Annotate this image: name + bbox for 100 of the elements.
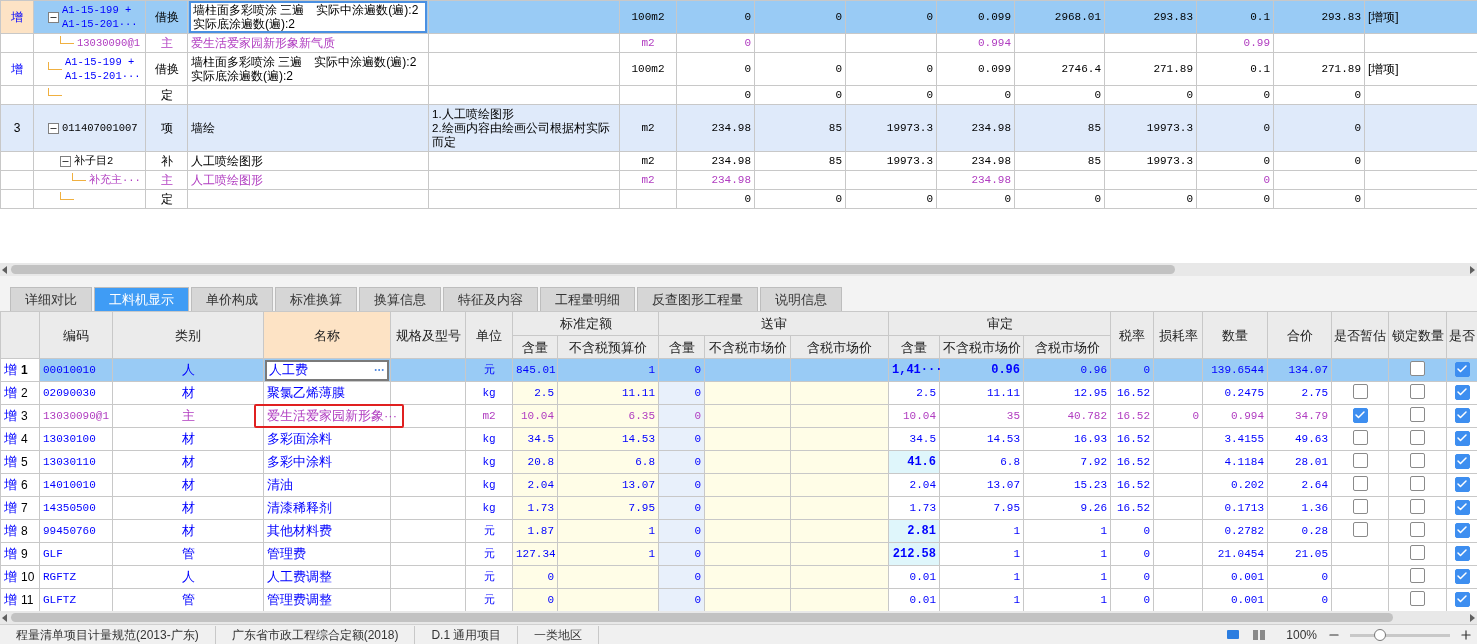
single-view-icon[interactable] xyxy=(1226,628,1241,641)
checkbox[interactable] xyxy=(1454,522,1470,538)
right-arrow-icon[interactable] xyxy=(1469,265,1475,274)
tab[interactable]: 详细对比 xyxy=(10,287,92,311)
checkbox[interactable] xyxy=(1454,499,1470,515)
table-row[interactable]: 增 A1-15-199 + A1-15-201··· 借换 墙柱面多彩喷涂 三遍 实际中涂遍数(遍):2 实际底涂遍数(遍):2 100m2 0 0 0 0.099 2968.01 293.83 0.1 293.83 [增项] xyxy=(0,0,1477,34)
table-row[interactable]: 增 2 02090030 材 聚氯乙烯薄膜 kg 2.5 11.11 0 2.5 11.11 12.95 16.52 0.2475 2.75 xyxy=(0,381,1477,405)
column-header[interactable]: 数量 xyxy=(1222,327,1248,343)
checkbox[interactable] xyxy=(1410,384,1425,399)
table-row[interactable]: 增 11 GLFTZ 管 管理费调整 元 0 0 0.01 1 1 0 0.001 0 xyxy=(0,588,1477,611)
table-cell: 0 xyxy=(1354,89,1361,101)
checkbox[interactable] xyxy=(1352,476,1368,491)
table-row[interactable]: 增 4 13030100 材 多彩面涂料 kg 34.5 14.53 0 34.5 14.53 16.93 16.52 3.4155 49.63 xyxy=(0,427,1477,451)
row-flag-label: 增 xyxy=(4,591,17,610)
checkbox[interactable] xyxy=(1410,430,1425,445)
row-number: 10 xyxy=(21,569,35,586)
checkbox[interactable] xyxy=(1454,453,1470,469)
table-cell: 13030110 xyxy=(43,456,96,468)
tab[interactable]: 单价构成 xyxy=(191,287,273,311)
name-field[interactable]: 墙柱面多彩喷涂 三遍 实际中涂遍数(遍):2 实际底涂遍数(遍):2 xyxy=(189,1,427,33)
checkbox[interactable] xyxy=(1410,522,1425,537)
column-header[interactable]: 名称 xyxy=(314,327,340,343)
table-cell: 6.8 xyxy=(635,456,655,468)
checkbox[interactable] xyxy=(1352,499,1368,514)
slider-thumb[interactable] xyxy=(1374,628,1386,641)
checkbox[interactable] xyxy=(1410,453,1425,468)
collapse-icon[interactable] xyxy=(48,11,59,23)
checkbox[interactable] xyxy=(1410,476,1425,491)
checkbox[interactable] xyxy=(1454,476,1470,492)
checkbox[interactable] xyxy=(1454,591,1470,607)
row-number: 1 xyxy=(21,362,28,379)
checkbox[interactable] xyxy=(1352,522,1368,537)
checkbox[interactable] xyxy=(1454,568,1470,584)
tab[interactable]: 工程量明细 xyxy=(540,287,635,311)
checkbox[interactable] xyxy=(1410,407,1425,422)
checkbox[interactable] xyxy=(1352,453,1368,468)
scrollbar-thumb[interactable] xyxy=(11,265,1175,274)
table-row[interactable]: 增 8 99450760 材 其他材料费 元 1.87 1 0 2.81 1 1 0 0.2782 0.28 xyxy=(0,519,1477,543)
collapse-icon[interactable] xyxy=(48,122,59,134)
checkbox[interactable] xyxy=(1410,499,1425,514)
table-row[interactable]: 3 011407001007 项 墙绘 1.人工喷绘图形 2.绘画内容由绘画公司根据村实际而定 m2 234.98 85 19973.3 234.98 85 19973.3 0 0 xyxy=(0,104,1477,152)
horizontal-scrollbar[interactable] xyxy=(0,611,1477,624)
checkbox[interactable] xyxy=(1454,407,1470,423)
table-cell: 99450760 xyxy=(43,525,96,537)
checkbox[interactable] xyxy=(1352,430,1368,445)
note-text: [增项] xyxy=(1368,62,1399,76)
row-flag-label: 增 xyxy=(4,384,17,403)
checkbox[interactable] xyxy=(1410,568,1425,583)
checkbox[interactable] xyxy=(1410,591,1425,606)
table-cell: kg xyxy=(482,502,496,514)
table-cell: 139.6544 xyxy=(1211,364,1264,376)
table-cell: 2.04 xyxy=(527,479,554,491)
name-field[interactable]: 人工费 xyxy=(265,359,389,381)
column-header[interactable]: 编码 xyxy=(63,327,89,343)
row-flag-label: 增 xyxy=(4,430,17,449)
zoom-in-icon[interactable] xyxy=(1459,627,1473,642)
row-flag-label: 增 xyxy=(4,453,17,472)
checkbox[interactable] xyxy=(1352,407,1368,423)
table-row[interactable]: 增 3 13030090@1 主 爱生活爱家园新形象··· m2 10.04 6.35 0 10.04 35 40.782 16.52 0 0.994 34.79 xyxy=(0,404,1477,428)
table-cell: 0.994 xyxy=(1231,410,1264,422)
table-cell: 0 xyxy=(1263,174,1270,186)
zoom-slider[interactable] xyxy=(1347,627,1453,642)
column-header[interactable]: 单位 xyxy=(476,327,502,343)
checkbox[interactable] xyxy=(1410,545,1425,560)
table-cell: 2.64 xyxy=(1301,479,1328,491)
column-header[interactable]: 税率 xyxy=(1119,327,1145,343)
split-view-icon[interactable] xyxy=(1252,628,1267,641)
checkbox[interactable] xyxy=(1454,361,1470,377)
tab[interactable]: 反查图形工程量 xyxy=(637,287,758,311)
checkbox[interactable] xyxy=(1454,430,1470,446)
table-row[interactable]: 增 7 14350500 材 清漆稀释剂 kg 1.73 7.95 0 1.73 7.95 9.26 16.52 0.1713 1.36 xyxy=(0,496,1477,520)
table-row[interactable]: 增 5 13030110 材 多彩中涂料 kg 20.8 6.8 0 41.6 6.8 7.92 16.52 4.1184 28.01 xyxy=(0,450,1477,474)
table-cell: 16.52 xyxy=(1117,387,1150,399)
checkbox[interactable] xyxy=(1410,361,1425,376)
tab[interactable]: 特征及内容 xyxy=(443,287,538,311)
column-header[interactable]: 类别 xyxy=(175,327,201,343)
tab[interactable]: 标准换算 xyxy=(275,287,357,311)
tab[interactable]: 换算信息 xyxy=(359,287,441,311)
table-row[interactable]: 增 9 GLF 管 管理费 元 127.34 1 0 212.58 1 1 0 21.0454 21.05 xyxy=(0,542,1477,566)
left-arrow-icon[interactable] xyxy=(2,265,8,274)
table-cell: 0 xyxy=(1263,122,1270,134)
checkbox[interactable] xyxy=(1352,384,1368,399)
row-flag-label: 增 xyxy=(4,522,17,541)
horizontal-scrollbar[interactable] xyxy=(0,263,1477,276)
collapse-icon[interactable] xyxy=(60,155,71,167)
note-text: [增项] xyxy=(1368,10,1399,24)
table-row[interactable]: 增 10 RGFTZ 人 人工费调整 元 0 0 0.01 1 1 0 0.001 0 xyxy=(0,565,1477,589)
scrollbar-thumb[interactable] xyxy=(11,613,1394,622)
table-cell: GLFTZ xyxy=(43,594,76,606)
table-cell: 234.98 xyxy=(971,174,1011,186)
table-row[interactable]: 增 1 00010010 人 人工费 元 845.01 1 0 1,41··· 0.96 0.96 0 139.6544 134.07 xyxy=(0,358,1477,382)
table-row[interactable]: 增 A1-15-199 + A1-15-201··· 借换 墙柱面多彩喷涂 三遍 实际中涂遍数(遍):2 实际底涂遍数(遍):2 100m2 0 0 0 0.099 2746.4 271.89 0.1 271.89 [增项] xyxy=(0,52,1477,86)
tab[interactable]: 说明信息 xyxy=(760,287,842,311)
checkbox[interactable] xyxy=(1454,384,1470,400)
left-arrow-icon[interactable] xyxy=(2,613,8,622)
column-header[interactable]: 合价 xyxy=(1286,327,1313,343)
right-arrow-icon[interactable] xyxy=(1469,613,1475,622)
table-cell: 0.96 xyxy=(1080,364,1107,376)
checkbox[interactable] xyxy=(1454,545,1470,561)
table-row[interactable]: 增 6 14010010 材 清油 kg 2.04 13.07 0 2.04 13.07 15.23 16.52 0.202 2.64 xyxy=(0,473,1477,497)
